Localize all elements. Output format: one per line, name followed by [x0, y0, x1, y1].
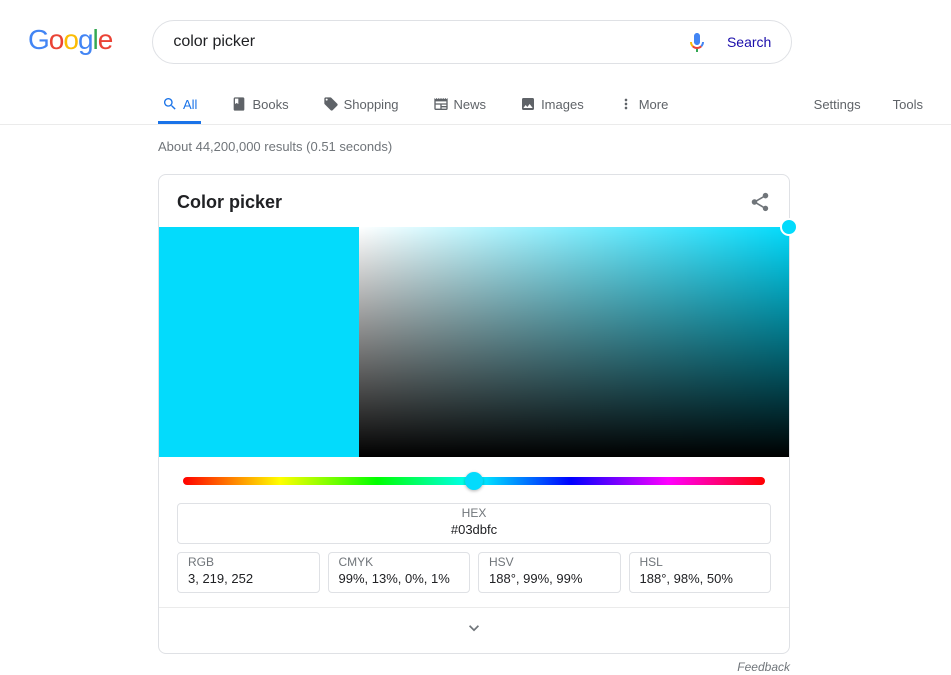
tools-link[interactable]: Tools [889, 87, 927, 124]
color-swatch [159, 227, 359, 457]
tab-label: Books [252, 97, 288, 112]
rgb-value: 3, 219, 252 [188, 571, 309, 586]
chevron-down-icon [464, 618, 484, 638]
cmyk-value: 99%, 13%, 0%, 1% [339, 571, 460, 586]
microphone-icon[interactable] [685, 30, 709, 54]
tab-label: Tools [893, 97, 923, 112]
cmyk-value-box[interactable]: CMYK 99%, 13%, 0%, 1% [328, 552, 471, 593]
search-button[interactable]: Search [727, 34, 771, 50]
search-input[interactable] [173, 33, 685, 51]
tab-shopping[interactable]: Shopping [319, 86, 403, 124]
hex-label: HEX [188, 506, 760, 520]
settings-link[interactable]: Settings [810, 87, 865, 124]
more-vert-icon [618, 96, 634, 112]
search-icon [162, 96, 178, 112]
tab-images[interactable]: Images [516, 86, 588, 124]
tab-more[interactable]: More [614, 86, 673, 124]
hsv-label: HSV [489, 555, 610, 569]
hsl-value-box[interactable]: HSL 188°, 98%, 50% [629, 552, 772, 593]
cmyk-label: CMYK [339, 555, 460, 569]
tag-icon [323, 96, 339, 112]
hsv-value: 188°, 99%, 99% [489, 571, 610, 586]
image-icon [520, 96, 536, 112]
tab-label: Shopping [344, 97, 399, 112]
news-icon [433, 96, 449, 112]
google-logo[interactable]: Google [28, 24, 112, 56]
tab-news[interactable]: News [429, 86, 491, 124]
tab-label: Images [541, 97, 584, 112]
expand-toggle[interactable] [159, 607, 789, 653]
book-icon [231, 96, 247, 112]
tab-all[interactable]: All [158, 86, 201, 124]
tab-label: News [454, 97, 487, 112]
color-picker-card: Color picker HEX #03dbfc RGB 3, 219, 252 [158, 174, 790, 654]
saturation-value-picker[interactable] [359, 227, 789, 457]
card-title: Color picker [177, 192, 282, 213]
rgb-label: RGB [188, 555, 309, 569]
sv-handle[interactable] [780, 218, 798, 236]
tab-label: More [639, 97, 669, 112]
results-stats: About 44,200,000 results (0.51 seconds) [158, 139, 951, 154]
hsv-value-box[interactable]: HSV 188°, 99%, 99% [478, 552, 621, 593]
rgb-value-box[interactable]: RGB 3, 219, 252 [177, 552, 320, 593]
tab-books[interactable]: Books [227, 86, 292, 124]
feedback-link[interactable]: Feedback [158, 660, 790, 674]
hex-value: #03dbfc [188, 522, 760, 537]
hex-value-box[interactable]: HEX #03dbfc [177, 503, 771, 544]
tab-label: All [183, 97, 197, 112]
hue-handle[interactable] [465, 472, 483, 490]
share-icon[interactable] [749, 191, 771, 213]
search-bar: Search [152, 20, 792, 64]
tab-label: Settings [814, 97, 861, 112]
hue-slider[interactable] [183, 477, 765, 485]
hsl-value: 188°, 98%, 50% [640, 571, 761, 586]
hsl-label: HSL [640, 555, 761, 569]
